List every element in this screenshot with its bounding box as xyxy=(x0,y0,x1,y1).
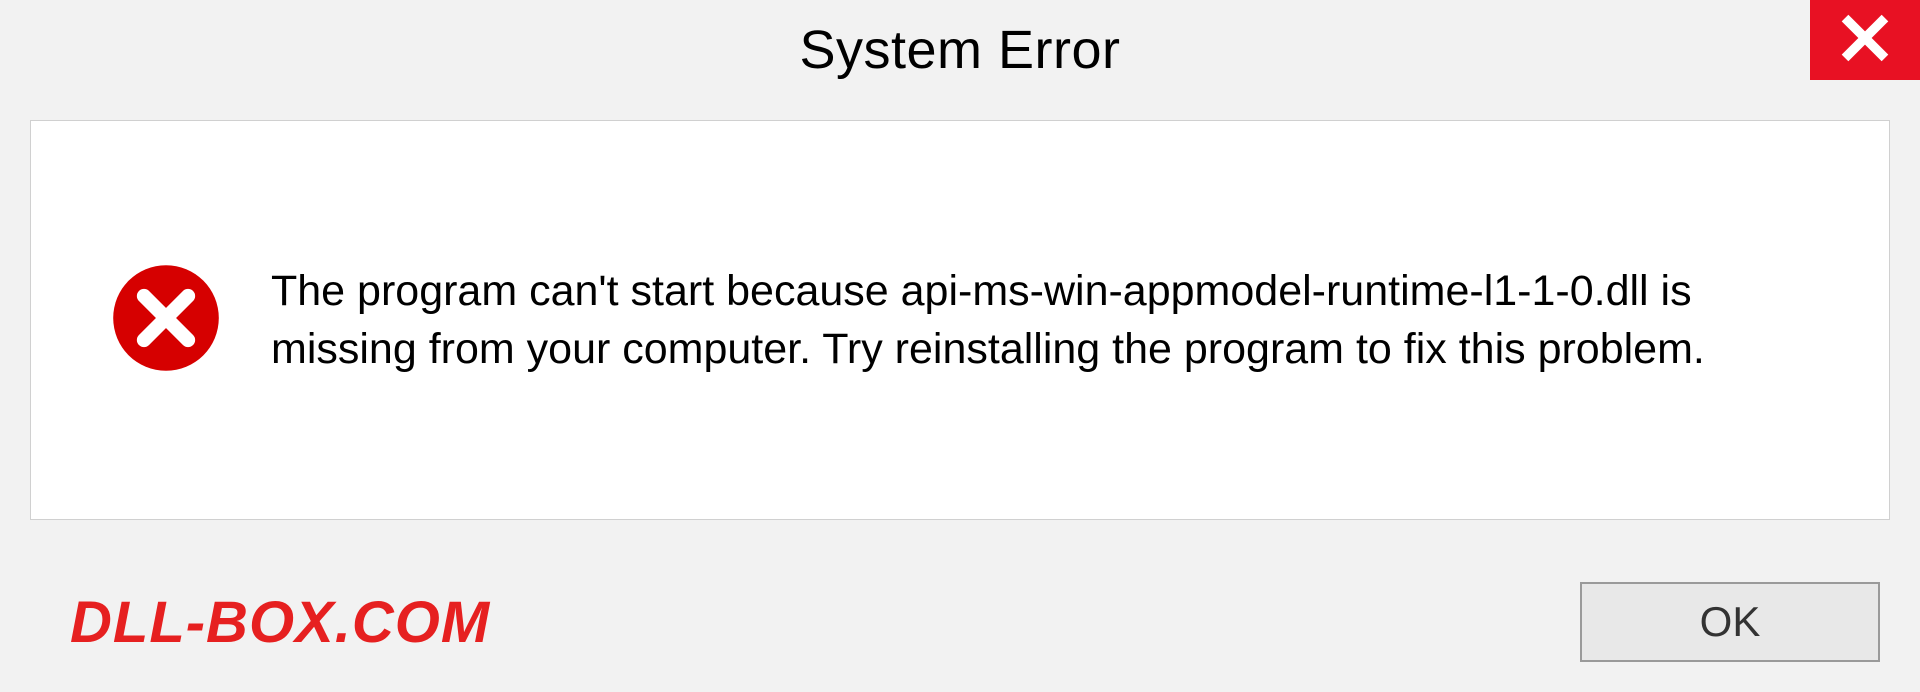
window-title: System Error xyxy=(799,19,1120,81)
ok-button-label: OK xyxy=(1700,598,1761,646)
watermark-text: DLL-BOX.COM xyxy=(70,589,490,656)
message-panel: The program can't start because api-ms-w… xyxy=(30,120,1890,520)
close-button[interactable] xyxy=(1810,0,1920,80)
error-icon xyxy=(111,263,221,378)
ok-button[interactable]: OK xyxy=(1580,582,1880,662)
footer: DLL-BOX.COM OK xyxy=(30,552,1890,692)
close-icon xyxy=(1840,13,1890,68)
titlebar: System Error xyxy=(0,0,1920,100)
error-message: The program can't start because api-ms-w… xyxy=(271,262,1829,378)
